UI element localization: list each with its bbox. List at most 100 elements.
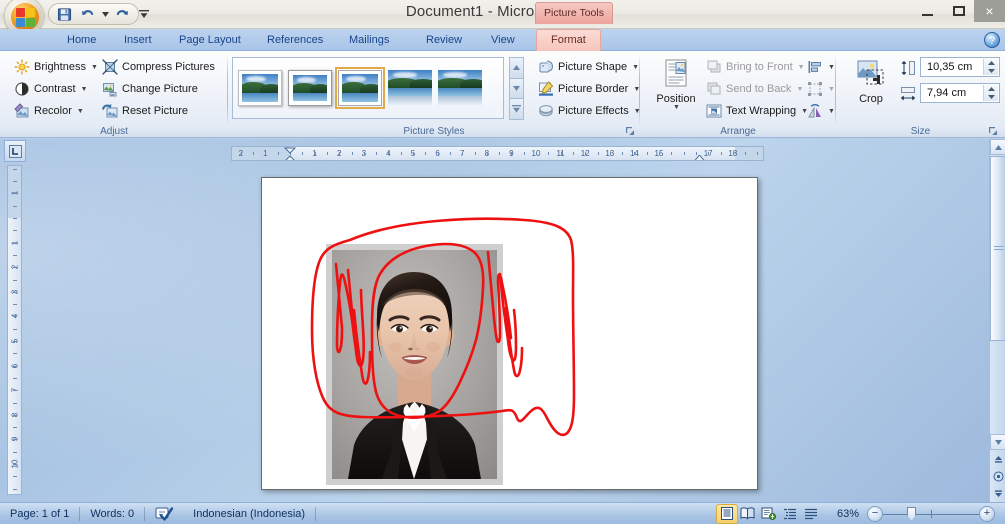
picture-style-thumbnail-selected[interactable]	[335, 67, 385, 109]
tab-stop-selector-button[interactable]	[4, 140, 26, 162]
ruler-tick	[572, 152, 574, 155]
chevron-down-icon: ▼	[828, 63, 835, 71]
picture-style-thumbnail[interactable]	[438, 70, 482, 106]
previous-page-button[interactable]	[990, 451, 1005, 467]
scroll-down-button[interactable]	[990, 434, 1005, 450]
portrait-photo-object[interactable]	[326, 244, 503, 485]
ruler-tick	[560, 152, 562, 155]
ruler-tick	[400, 152, 402, 155]
chevron-down-icon: ▼	[797, 63, 805, 71]
picture-style-thumbnail[interactable]	[388, 70, 432, 106]
picture-style-thumbnail[interactable]	[288, 70, 332, 106]
bring-to-front-button[interactable]: Bring to Front ▼	[702, 56, 809, 78]
shape-height-increase-button[interactable]	[985, 59, 998, 67]
send-to-back-button[interactable]: Send to Back ▼	[702, 78, 807, 100]
zoom-slider-track[interactable]	[883, 506, 979, 522]
ruler-tick	[13, 291, 17, 293]
ruler-tick	[13, 267, 17, 269]
picture-effects-button[interactable]: Picture Effects ▼	[534, 100, 645, 122]
scroll-up-button[interactable]	[990, 139, 1005, 155]
shape-width-input[interactable]	[925, 85, 983, 101]
recolor-button[interactable]: Recolor ▼	[10, 100, 88, 122]
compress-pictures-button[interactable]: Compress Pictures	[98, 56, 219, 78]
picture-border-button[interactable]: Picture Border ▼	[534, 78, 644, 100]
shape-height-field[interactable]	[920, 57, 1000, 77]
gallery-scroll-up-button[interactable]	[509, 57, 524, 79]
vertical-scrollbar[interactable]	[989, 139, 1005, 502]
shape-height-decrease-button[interactable]	[985, 67, 998, 75]
ruler-tick	[646, 152, 648, 155]
vertical-ruler[interactable]: 112345678910	[7, 165, 22, 495]
tab-mailings[interactable]: Mailings	[340, 30, 398, 51]
ruler-tick	[13, 365, 17, 367]
horizontal-ruler[interactable]: 211234567891011121314151718	[231, 146, 764, 161]
document-page[interactable]	[261, 177, 758, 490]
tab-page-layout[interactable]: Page Layout	[170, 30, 250, 51]
tab-review[interactable]: Review	[417, 30, 471, 51]
shape-height-input[interactable]	[925, 59, 983, 75]
reset-picture-button[interactable]: Reset Picture	[98, 100, 192, 122]
tab-view[interactable]: View	[482, 30, 524, 51]
right-indent-marker[interactable]	[694, 154, 705, 160]
ruler-tick	[474, 152, 476, 155]
document-work-area: 211234567891011121314151718 112345678910	[0, 139, 1005, 502]
rotate-button[interactable]: ▼	[805, 100, 837, 122]
full-screen-reading-view-button[interactable]	[738, 505, 758, 523]
ruler-tick	[13, 304, 17, 306]
indent-marker[interactable]	[283, 147, 297, 160]
gallery-scroll-down-button[interactable]	[509, 77, 524, 100]
crop-button[interactable]: Crop	[846, 55, 896, 105]
ruler-tick	[13, 488, 17, 490]
shape-width-decrease-button[interactable]	[985, 93, 998, 101]
text-wrapping-button[interactable]: Text Wrapping ▼	[702, 100, 812, 122]
ruler-tick	[13, 205, 17, 207]
outline-view-button[interactable]	[780, 505, 800, 523]
tab-home[interactable]: Home	[58, 30, 105, 51]
tab-insert[interactable]: Insert	[115, 30, 161, 51]
position-button[interactable]: Position ▼	[648, 55, 704, 111]
tab-references[interactable]: References	[258, 30, 332, 51]
zoom-in-button[interactable]: +	[979, 505, 995, 522]
tab-format[interactable]: Format	[536, 29, 601, 51]
web-layout-view-button[interactable]	[759, 505, 779, 523]
print-layout-view-button[interactable]	[715, 503, 738, 524]
ruler-tick	[13, 181, 17, 183]
picture-shape-button[interactable]: Picture Shape ▼	[534, 56, 643, 78]
picture-effects-icon	[538, 103, 554, 119]
contrast-icon	[14, 81, 30, 97]
next-page-button[interactable]	[990, 485, 1005, 501]
proofing-status-button[interactable]	[145, 505, 183, 523]
brightness-button[interactable]: Brightness ▼	[10, 56, 102, 78]
maximize-button[interactable]	[943, 0, 974, 22]
minimize-button[interactable]	[912, 0, 943, 22]
compress-pictures-label: Compress Pictures	[122, 61, 215, 73]
contrast-button[interactable]: Contrast ▼	[10, 78, 92, 100]
ruler-tick	[683, 152, 685, 155]
close-button[interactable]: ×	[974, 0, 1005, 22]
group-label-arrange: Arrange	[720, 126, 756, 137]
select-browse-object-button[interactable]	[990, 468, 1005, 484]
help-button[interactable]: ?	[984, 32, 1000, 48]
gallery-more-button[interactable]	[509, 98, 524, 121]
group-button[interactable]: ▼	[805, 78, 837, 100]
scrollbar-thumb[interactable]	[990, 156, 1005, 341]
change-picture-button[interactable]: Change Picture	[98, 78, 202, 100]
language-indicator[interactable]: Indonesian (Indonesia)	[183, 505, 315, 523]
picture-style-thumbnail[interactable]	[238, 70, 282, 106]
page-indicator[interactable]: Page: 1 of 1	[0, 505, 79, 523]
zoom-out-button[interactable]: −	[867, 505, 883, 522]
align-button[interactable]: ▼	[805, 56, 837, 78]
picture-shape-label: Picture Shape	[558, 61, 628, 73]
zoom-slider-handle[interactable]	[907, 506, 916, 521]
zoom-level-indicator[interactable]: 63%	[829, 505, 867, 523]
send-to-back-icon	[706, 81, 722, 97]
picture-styles-dialog-launcher[interactable]	[624, 125, 636, 137]
word-count-indicator[interactable]: Words: 0	[80, 505, 144, 523]
shape-width-field[interactable]	[920, 83, 1000, 103]
shape-width-increase-button[interactable]	[985, 85, 998, 93]
draft-view-button[interactable]	[801, 505, 821, 523]
recolor-icon	[14, 103, 30, 119]
status-separator	[315, 506, 317, 521]
change-picture-icon	[102, 81, 118, 97]
size-dialog-launcher[interactable]	[987, 125, 999, 137]
